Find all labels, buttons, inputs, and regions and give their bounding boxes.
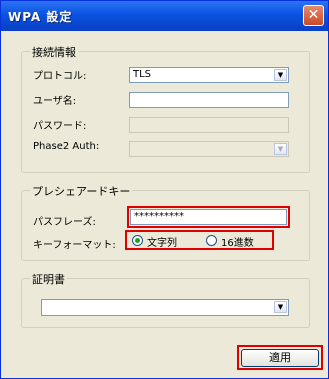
chevron-down-icon: ▼ bbox=[274, 69, 287, 81]
chevron-down-icon: ▼ bbox=[274, 301, 287, 313]
close-button[interactable]: ✕ bbox=[303, 5, 324, 26]
certificate-legend: 証明書 bbox=[30, 271, 67, 287]
username-field[interactable] bbox=[129, 92, 289, 108]
chevron-down-icon: ▼ bbox=[274, 143, 287, 155]
apply-button[interactable]: 適用 bbox=[241, 349, 319, 367]
phase2-select[interactable]: ▼ bbox=[129, 141, 289, 157]
protocol-label: プロトコル: bbox=[33, 71, 87, 82]
passphrase-label: パスフレーズ: bbox=[33, 217, 96, 228]
radio-text-label: 文字列 bbox=[147, 238, 177, 249]
close-icon: ✕ bbox=[307, 7, 320, 23]
psk-legend: プレシェアードキー bbox=[30, 183, 133, 199]
keyformat-label: キーフォーマット: bbox=[33, 240, 116, 251]
radio-text[interactable] bbox=[132, 235, 143, 246]
passphrase-field[interactable]: ********** bbox=[130, 209, 287, 225]
phase2-label: Phase2 Auth: bbox=[33, 141, 100, 152]
username-label: ユーザ名: bbox=[33, 96, 77, 107]
connection-legend: 接続情報 bbox=[30, 44, 78, 60]
password-label: パスワード: bbox=[33, 121, 87, 132]
protocol-value: TLS bbox=[133, 69, 152, 80]
password-field[interactable] bbox=[129, 117, 289, 133]
window-title: WPA 設定 bbox=[8, 10, 73, 24]
protocol-select[interactable]: TLS ▼ bbox=[129, 67, 289, 83]
title-bar: WPA 設定 ✕ bbox=[1, 1, 328, 31]
certificate-select[interactable]: ▼ bbox=[41, 299, 289, 316]
radio-selected-dot bbox=[135, 238, 140, 243]
wpa-settings-dialog: WPA 設定 ✕ 接続情報 プロトコル: TLS ▼ ユーザ名: パスワード: … bbox=[0, 0, 329, 379]
radio-hex-label: 16進数 bbox=[221, 238, 254, 249]
radio-hex[interactable] bbox=[206, 235, 217, 246]
